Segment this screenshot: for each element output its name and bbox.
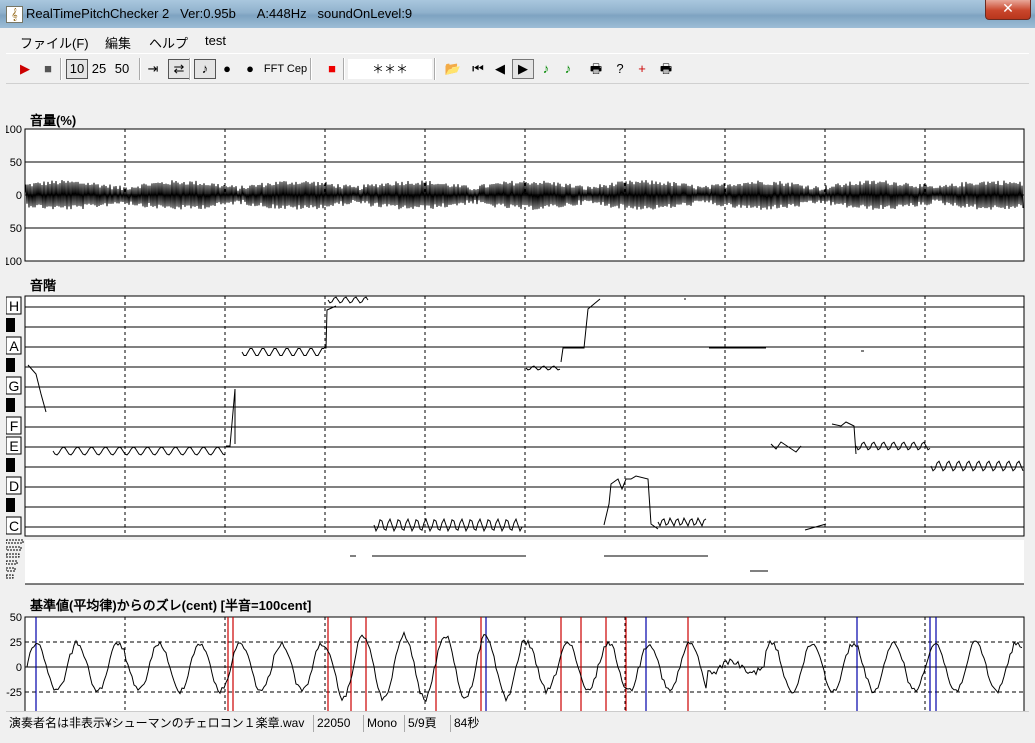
piano-key-black (6, 358, 15, 372)
cent-tick-label: 50 (10, 612, 22, 624)
person-red-icon[interactable]: ● (241, 59, 259, 79)
goto-end-icon[interactable]: ⇥ (144, 59, 162, 79)
octave-marker (6, 553, 20, 558)
status-channels: Mono (363, 715, 400, 732)
toolbar-separator (139, 58, 141, 80)
note-label: D (9, 478, 19, 494)
note-label: F (10, 418, 19, 434)
next-page-icon[interactable]: ▶ (512, 59, 534, 79)
piano-key-black (6, 458, 15, 472)
toolbar-separator (60, 58, 62, 80)
fft-button[interactable]: FFT (263, 59, 285, 79)
app-icon: 𝄞 (6, 6, 23, 23)
cep-button[interactable]: Cep (286, 59, 308, 79)
note-label: C (9, 518, 19, 534)
violin-icon[interactable]: ♪ (194, 59, 216, 79)
octave-marker (6, 539, 24, 544)
marker-icon[interactable]: + (632, 59, 652, 79)
sound-on-level-label: soundOnLevel:9 (317, 6, 413, 21)
cent-title: 基準値(平均律)からのズレ(cent) [半音=100cent] (29, 598, 311, 613)
speed-25-button[interactable]: 25 (89, 59, 109, 79)
version-label: Ver:0.95b (180, 6, 236, 21)
toolbar-separator (434, 58, 436, 80)
play-icon[interactable]: ▶ (16, 59, 34, 79)
help-icon[interactable]: ? (610, 59, 630, 79)
octave-marker (6, 574, 14, 579)
cent-tick-label: 0 (16, 662, 22, 674)
octave-marker (6, 567, 16, 572)
note-label: G (9, 378, 20, 394)
client-area: ファイル(F) 編集 ヘルプ test ▶ ■ 10 25 50 ⇥ ⇄ ♪ ● ● FFT Cep ■… (6, 28, 1029, 736)
toolbar-separator (189, 58, 191, 80)
volume-tick-label: 50 (10, 223, 22, 235)
menu-edit[interactable]: 編集 (105, 33, 131, 52)
menu-file[interactable]: ファイル(F) (20, 33, 89, 52)
note-green2-icon[interactable]: ♪ (558, 59, 578, 79)
cent-tick-label: -25 (6, 687, 22, 699)
cent-tick-label: 25 (10, 637, 22, 649)
piano-key-black (6, 318, 15, 332)
status-file: 演奏者名は非表示¥シューマンのチェロコン１楽章.wav (9, 716, 305, 730)
title-bar[interactable]: 𝄞 RealTimePitchChecker 2 Ver:0.95b A:448… (0, 0, 1035, 28)
toolbar-separator (310, 58, 312, 80)
open-folder-icon[interactable]: 📂 (443, 59, 463, 79)
speed-10-button[interactable]: 10 (66, 59, 88, 79)
status-rate: 22050 (313, 715, 353, 732)
note-label: A (9, 338, 19, 354)
loop-icon[interactable]: ⇄ (168, 59, 190, 79)
toolbar-separator (343, 58, 345, 80)
volume-tick-label: 100 (6, 124, 22, 136)
status-duration: 84秒 (450, 715, 482, 732)
octave-strip (25, 540, 1024, 584)
record-icon[interactable]: ■ (324, 59, 340, 79)
speed-50-button[interactable]: 50 (112, 59, 132, 79)
toolbar: ▶ ■ 10 25 50 ⇥ ⇄ ♪ ● ● FFT Cep ■ ＊＊＊ 📂 ⏮ ◀ ▶ ♪ ♪ 🖶? + 🖶 (6, 53, 1029, 84)
menu-test[interactable]: test (205, 33, 226, 48)
octave-marker (6, 560, 18, 565)
menu-help[interactable]: ヘルプ (149, 33, 188, 52)
octave-marker (6, 546, 22, 551)
volume-tick-label: 0 (16, 190, 22, 202)
menu-bar: ファイル(F) 編集 ヘルプ test (6, 28, 1029, 52)
stop-icon[interactable]: ■ (38, 59, 58, 79)
a-freq-label: A:448Hz (256, 6, 307, 21)
app-name: RealTimePitchChecker 2 (26, 6, 170, 21)
note-label: E (9, 438, 18, 454)
status-bar: 演奏者名は非表示¥シューマンのチェロコン１楽章.wav 22050 Mono 5… (6, 711, 1029, 734)
print2-icon[interactable]: 🖶 (656, 59, 676, 79)
volume-tick-label: 50 (10, 157, 22, 169)
prev-page-icon[interactable]: ◀ (490, 59, 510, 79)
volume-title: 音量(%) (30, 113, 76, 128)
piano-key-black (6, 398, 15, 412)
status-page: 5/9頁 (404, 715, 440, 732)
piano-key-black (6, 498, 15, 512)
print-icon[interactable]: 🖶 (586, 59, 606, 79)
status-display: ＊＊＊ (348, 59, 432, 79)
plot-area: 音量(%) 100 50 0 50 100 音階 H A G FE D C 基準値(平均律)からのズレ(c… (6, 113, 1025, 711)
note-label: H (9, 298, 19, 314)
first-page-icon[interactable]: ⏮ (468, 59, 488, 79)
person-icon[interactable]: ● (218, 59, 236, 79)
app-window: 𝄞 RealTimePitchChecker 2 Ver:0.95b A:448… (0, 0, 1035, 743)
close-button[interactable]: ✕ (985, 0, 1031, 20)
window-title: RealTimePitchChecker 2 Ver:0.95b A:448Hz… (26, 6, 412, 21)
scale-title: 音階 (30, 278, 56, 293)
volume-tick-label: 100 (6, 256, 22, 268)
note-green-icon[interactable]: ♪ (536, 59, 556, 79)
